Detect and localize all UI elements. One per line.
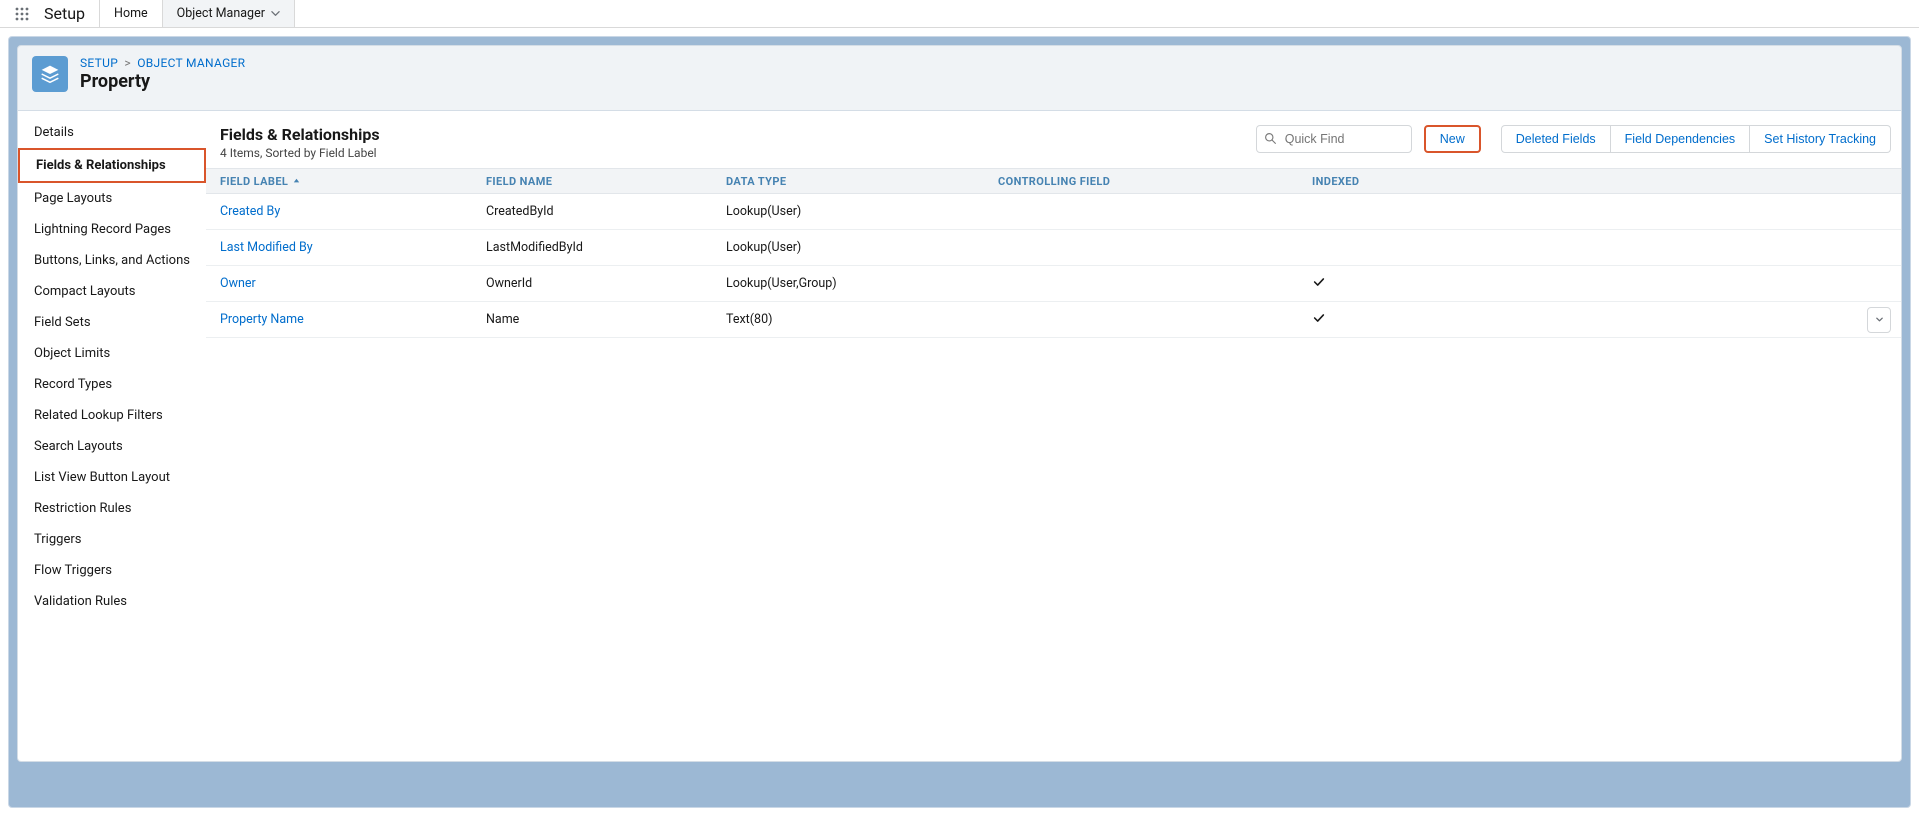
row-menu-button[interactable] — [1867, 307, 1891, 333]
sidebar-item-triggers[interactable]: Triggers — [18, 524, 206, 555]
column-header-row: FIELD LABEL FIELD NAME DATA TYPE CONTROL… — [206, 168, 1901, 194]
field-name-cell: LastModifiedById — [480, 240, 720, 255]
sidebar-item-restriction-rules[interactable]: Restriction Rules — [18, 493, 206, 524]
main-title: Fields & Relationships — [220, 125, 380, 144]
sidebar-item-field-sets[interactable]: Field Sets — [18, 307, 206, 338]
field-name-cell: OwnerId — [480, 276, 720, 291]
chevron-down-icon — [271, 9, 280, 18]
search-icon — [1264, 132, 1277, 145]
sort-asc-icon — [292, 177, 301, 186]
indexed-cell — [1306, 311, 1506, 329]
table-row: Created By CreatedByIdLookup(User) — [206, 194, 1901, 230]
action-group: Deleted Fields Field Dependencies Set Hi… — [1501, 125, 1891, 153]
sidebar-item-page-layouts[interactable]: Page Layouts — [18, 183, 206, 214]
sidebar-item-related-lookup-filters[interactable]: Related Lookup Filters — [18, 400, 206, 431]
app-launcher-icon[interactable] — [0, 0, 44, 27]
sidebar-item-list-view-button-layout[interactable]: List View Button Layout — [18, 462, 206, 493]
field-name-cell: Name — [480, 312, 720, 327]
data-type-cell: Lookup(User) — [720, 240, 992, 255]
page-header: SETUP > OBJECT MANAGER Property — [17, 45, 1902, 111]
field-label-link[interactable]: Property Name — [220, 312, 304, 327]
global-header: Setup Home Object Manager — [0, 0, 1919, 28]
breadcrumb-object-manager[interactable]: OBJECT MANAGER — [137, 56, 245, 70]
col-header-field-label[interactable]: FIELD LABEL — [206, 175, 480, 188]
col-header-field-name[interactable]: FIELD NAME — [480, 175, 720, 188]
col-header-data-type[interactable]: DATA TYPE — [720, 175, 992, 188]
breadcrumb-separator: > — [124, 56, 131, 70]
main: Fields & Relationships 4 Items, Sorted b… — [206, 111, 1901, 761]
breadcrumb: SETUP > OBJECT MANAGER — [80, 56, 245, 70]
sidebar-item-search-layouts[interactable]: Search Layouts — [18, 431, 206, 462]
object-icon — [32, 56, 68, 92]
sidebar-item-compact-layouts[interactable]: Compact Layouts — [18, 276, 206, 307]
col-header-indexed[interactable]: INDEXED — [1306, 175, 1506, 188]
sidebar-item-object-limits[interactable]: Object Limits — [18, 338, 206, 369]
indexed-cell — [1306, 275, 1506, 293]
sidebar-item-buttons-links-and-actions[interactable]: Buttons, Links, and Actions — [18, 245, 206, 276]
deleted-fields-button[interactable]: Deleted Fields — [1501, 125, 1611, 153]
field-label-link[interactable]: Last Modified By — [220, 240, 313, 255]
new-button[interactable]: New — [1424, 125, 1481, 153]
sidebar-item-fields-relationships[interactable]: Fields & Relationships — [18, 148, 206, 183]
shell: SETUP > OBJECT MANAGER Property DetailsF… — [0, 28, 1919, 816]
table-row: Owner OwnerIdLookup(User,Group) — [206, 266, 1901, 302]
field-name-cell: CreatedById — [480, 204, 720, 219]
fields-table: FIELD LABEL FIELD NAME DATA TYPE CONTROL… — [206, 168, 1901, 338]
sidebar-item-flow-triggers[interactable]: Flow Triggers — [18, 555, 206, 586]
tab-object-manager[interactable]: Object Manager — [163, 0, 295, 27]
table-row: Last Modified By LastModifiedByIdLookup(U… — [206, 230, 1901, 266]
row-action-cell — [1506, 307, 1901, 333]
data-type-cell: Text(80) — [720, 312, 992, 327]
check-icon — [1312, 275, 1326, 289]
table-row: Property Name NameText(80) — [206, 302, 1901, 338]
field-label-link[interactable]: Created By — [220, 204, 280, 219]
col-header-field-label-text: FIELD LABEL — [220, 175, 288, 188]
main-header: Fields & Relationships 4 Items, Sorted b… — [206, 121, 1901, 168]
page-band: SETUP > OBJECT MANAGER Property DetailsF… — [8, 36, 1911, 808]
tab-object-manager-label: Object Manager — [177, 6, 265, 21]
sidebar-item-lightning-record-pages[interactable]: Lightning Record Pages — [18, 214, 206, 245]
sidebar-item-record-types[interactable]: Record Types — [18, 369, 206, 400]
chevron-down-icon — [1875, 315, 1884, 324]
sidebar-item-validation-rules[interactable]: Validation Rules — [18, 586, 206, 617]
quick-find — [1256, 125, 1412, 153]
app-name: Setup — [44, 0, 100, 27]
breadcrumb-setup[interactable]: SETUP — [80, 56, 118, 70]
data-type-cell: Lookup(User,Group) — [720, 276, 992, 291]
col-header-controlling-field[interactable]: CONTROLLING FIELD — [992, 175, 1306, 188]
content-card: DetailsFields & RelationshipsPage Layout… — [17, 111, 1902, 762]
main-subtitle: 4 Items, Sorted by Field Label — [220, 146, 380, 160]
set-history-tracking-button[interactable]: Set History Tracking — [1750, 125, 1891, 153]
tab-home[interactable]: Home — [100, 0, 163, 27]
check-icon — [1312, 311, 1326, 325]
sidebar: DetailsFields & RelationshipsPage Layout… — [18, 111, 206, 761]
field-dependencies-button[interactable]: Field Dependencies — [1611, 125, 1751, 153]
field-label-link[interactable]: Owner — [220, 276, 256, 291]
tab-home-label: Home — [114, 6, 148, 21]
quick-find-input[interactable] — [1256, 125, 1412, 153]
data-type-cell: Lookup(User) — [720, 204, 992, 219]
page-title: Property — [80, 71, 245, 92]
sidebar-item-details[interactable]: Details — [18, 117, 206, 148]
